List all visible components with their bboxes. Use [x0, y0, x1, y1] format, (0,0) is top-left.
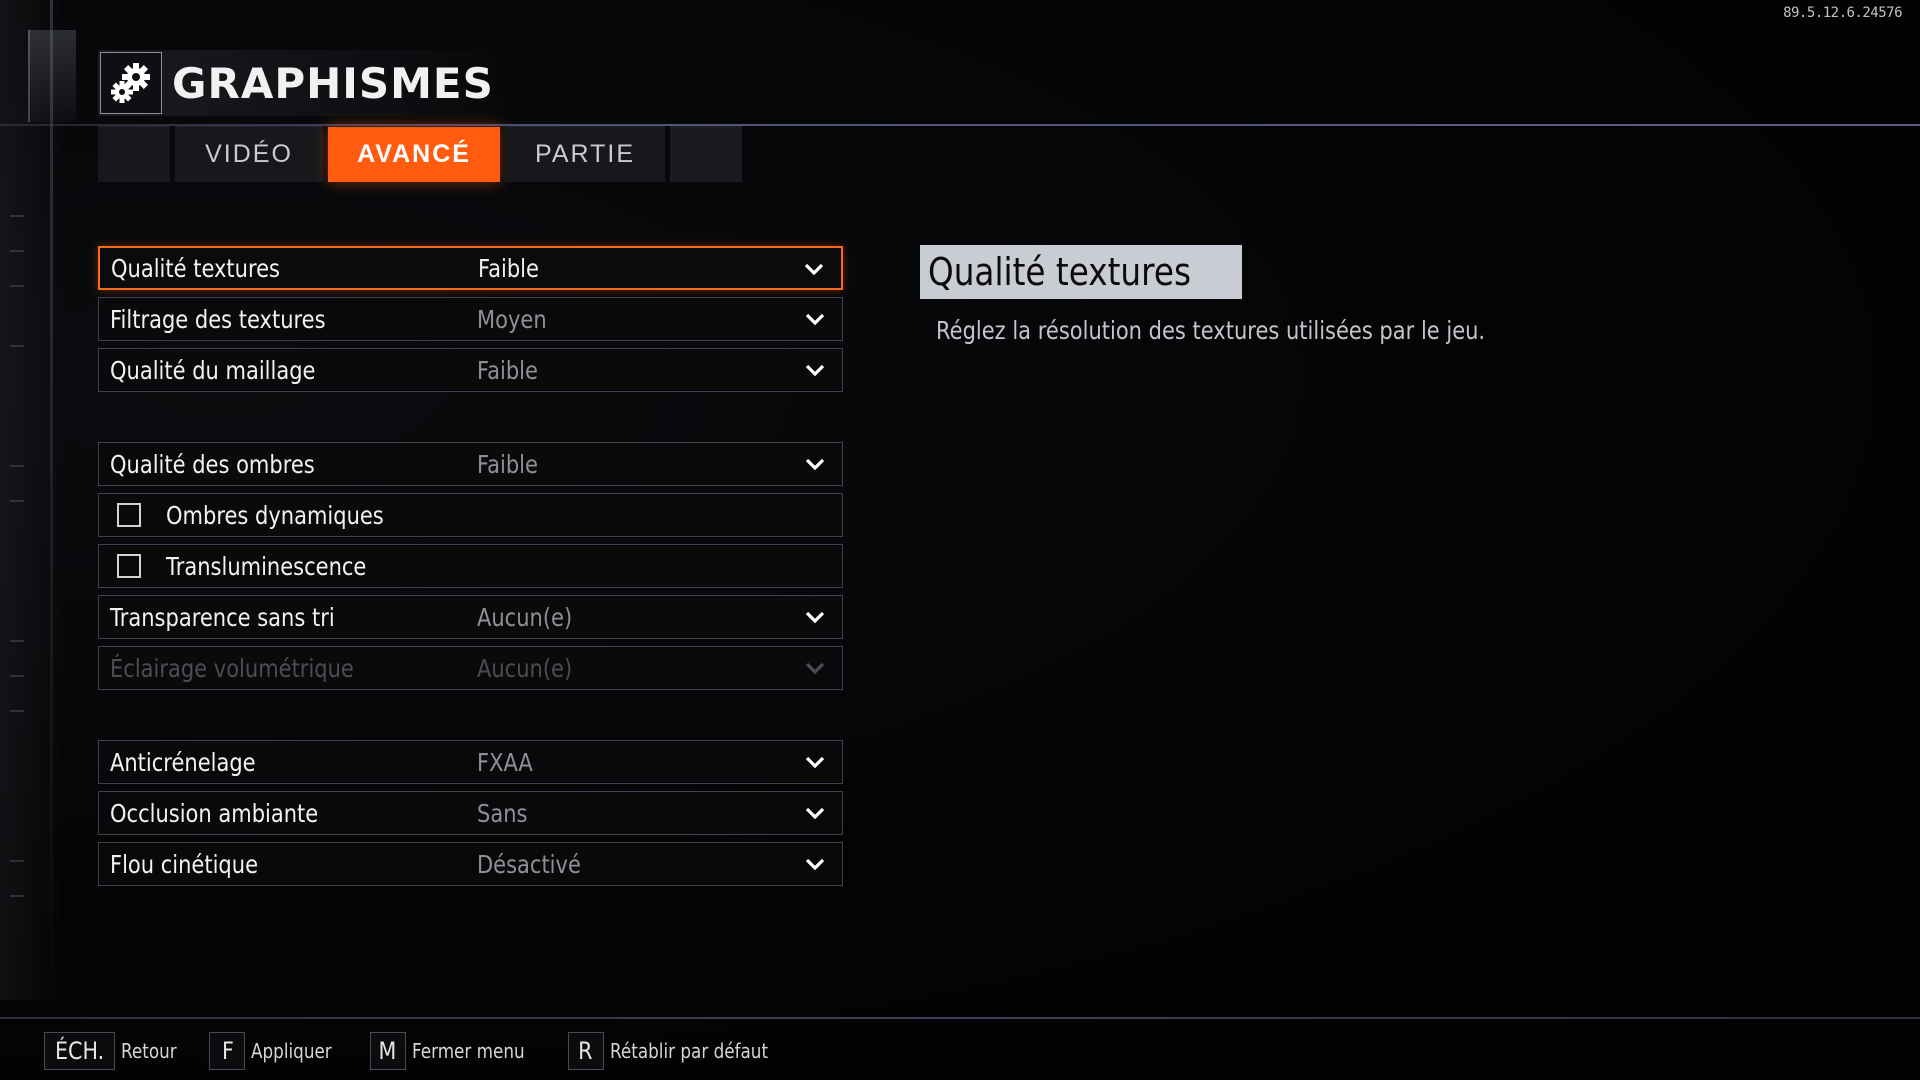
- setting-value: Faible: [478, 253, 539, 283]
- tab-bumper-right[interactable]: [670, 126, 742, 182]
- hud-decoration: [0, 0, 76, 1000]
- gear-icon: [100, 52, 162, 114]
- setting-value: Aucun(e): [477, 602, 573, 632]
- key-r-label: R: [578, 1037, 593, 1065]
- apply-action-label[interactable]: Appliquer: [251, 1039, 332, 1063]
- setting-mesh-quality[interactable]: Qualité du maillage Faible: [98, 348, 843, 392]
- description-title: Qualité textures: [920, 245, 1242, 299]
- setting-label: Qualité textures: [111, 253, 280, 283]
- close-menu-action-label[interactable]: Fermer menu: [412, 1039, 525, 1063]
- setting-value: Aucun(e): [477, 653, 573, 683]
- setting-value: Moyen: [477, 304, 547, 334]
- tab-bar: VIDÉO AVANCÉ PARTIE: [98, 126, 747, 182]
- tab-game[interactable]: PARTIE: [505, 126, 665, 182]
- setting-order-independent-transparency[interactable]: Transparence sans tri Aucun(e): [98, 595, 843, 639]
- key-r[interactable]: R: [567, 1032, 604, 1070]
- chevron-down-icon[interactable]: [804, 361, 826, 379]
- chevron-down-icon[interactable]: [804, 455, 826, 473]
- page-title: GRAPHISMES: [172, 58, 494, 108]
- build-version: 89.5.12.6.24576: [1783, 5, 1902, 21]
- setting-texture-filtering[interactable]: Filtrage des textures Moyen: [98, 297, 843, 341]
- page-header: GRAPHISMES: [98, 50, 512, 116]
- footer-bar: ÉCH. Retour F Appliquer M Fermer menu R …: [44, 1031, 820, 1071]
- setting-label: Occlusion ambiante: [110, 798, 319, 828]
- setting-value: Désactivé: [477, 849, 581, 879]
- setting-label: Anticrénelage: [110, 747, 256, 777]
- key-escape-label: ÉCH.: [55, 1037, 105, 1065]
- chevron-down-icon: [805, 662, 825, 675]
- setting-label: Éclairage volumétrique: [110, 653, 354, 683]
- setting-dynamic-shadows[interactable]: Ombres dynamiques: [98, 493, 843, 537]
- setting-label: Transluminescence: [166, 551, 367, 581]
- key-f-label: F: [221, 1037, 234, 1065]
- setting-ambient-occlusion[interactable]: Occlusion ambiante Sans: [98, 791, 843, 835]
- setting-value: FXAA: [477, 747, 533, 777]
- reset-defaults-action-label[interactable]: Rétablir par défaut: [610, 1039, 768, 1063]
- graphics-settings-screen: 89.5.12.6.24576 GRAPHISMES VIDÉO AVANCÉ …: [0, 0, 1920, 1080]
- footer-divider: [0, 1017, 1920, 1019]
- setting-label: Flou cinétique: [110, 849, 258, 879]
- tab-video[interactable]: VIDÉO: [175, 126, 323, 182]
- settings-list: Qualité textures Faible Filtrage des tex…: [98, 246, 843, 893]
- chevron-down-icon[interactable]: [804, 608, 826, 626]
- setting-texture-quality[interactable]: Qualité textures Faible: [98, 246, 843, 290]
- chevron-down-icon[interactable]: [804, 804, 826, 822]
- tab-advanced[interactable]: AVANCÉ: [328, 126, 500, 182]
- setting-label: Filtrage des textures: [110, 304, 326, 334]
- setting-shadow-quality[interactable]: Qualité des ombres Faible: [98, 442, 843, 486]
- key-f[interactable]: F: [209, 1032, 246, 1070]
- setting-value: Faible: [477, 449, 538, 479]
- chevron-down-icon[interactable]: [804, 753, 826, 771]
- tab-bumper-left[interactable]: [98, 126, 170, 182]
- setting-value: Faible: [477, 355, 538, 385]
- setting-label: Qualité du maillage: [110, 355, 316, 385]
- checkbox[interactable]: [117, 503, 141, 527]
- setting-anti-aliasing[interactable]: Anticrénelage FXAA: [98, 740, 843, 784]
- setting-value: Sans: [477, 798, 528, 828]
- key-m-label: M: [378, 1037, 397, 1065]
- setting-label: Qualité des ombres: [110, 449, 315, 479]
- chevron-down-icon[interactable]: [803, 260, 825, 278]
- key-m[interactable]: M: [369, 1032, 406, 1070]
- chevron-down-icon[interactable]: [804, 855, 826, 873]
- setting-label: Transparence sans tri: [110, 602, 335, 632]
- chevron-down-icon[interactable]: [804, 310, 826, 328]
- back-action-label[interactable]: Retour: [121, 1039, 177, 1063]
- checkbox[interactable]: [117, 554, 141, 578]
- setting-motion-blur[interactable]: Flou cinétique Désactivé: [98, 842, 843, 886]
- description-text: Réglez la résolution des textures utilis…: [936, 316, 1486, 345]
- description-title-text: Qualité textures: [928, 250, 1191, 294]
- setting-subsurface-scattering[interactable]: Transluminescence: [98, 544, 843, 588]
- setting-volumetric-lighting: Éclairage volumétrique Aucun(e): [98, 646, 843, 690]
- setting-label: Ombres dynamiques: [166, 500, 384, 530]
- key-escape[interactable]: ÉCH.: [44, 1032, 116, 1070]
